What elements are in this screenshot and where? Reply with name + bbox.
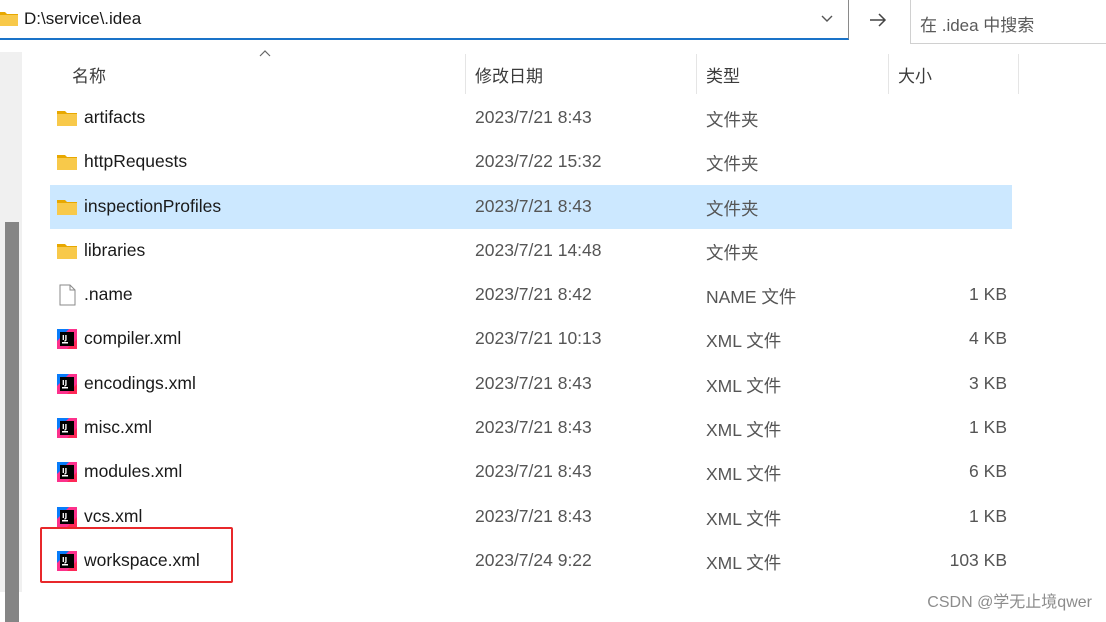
folder-icon <box>56 151 78 173</box>
column-divider[interactable] <box>465 54 466 94</box>
file-row-misc[interactable]: IJ misc.xml 2023/7/21 8:43 XML 文件 1 KB <box>50 406 1012 450</box>
file-size: 103 KB <box>949 549 1007 570</box>
column-divider[interactable] <box>1018 54 1019 94</box>
search-placeholder[interactable]: 在 .idea 中搜索 <box>920 11 1034 36</box>
column-size[interactable]: 大小 <box>898 48 1018 96</box>
file-date: 2023/7/21 8:43 <box>475 505 592 526</box>
file-row-encodings[interactable]: IJ encodings.xml 2023/7/21 8:43 XML 文件 3… <box>50 362 1012 406</box>
file-type: XML 文件 <box>706 375 782 396</box>
scrollbar-thumb[interactable] <box>5 222 19 622</box>
file-date: 2023/7/21 8:43 <box>475 107 592 127</box>
file-date: 2023/7/22 15:32 <box>475 151 602 172</box>
chevron-down-icon[interactable] <box>820 11 834 25</box>
file-type: 文件夹 <box>706 242 759 263</box>
intellij-file-icon: IJ <box>56 461 78 483</box>
watermark: CSDN @学无止境qwer <box>927 594 1092 611</box>
file-row-compiler[interactable]: IJ compiler.xml 2023/7/21 10:13 XML 文件 4… <box>50 317 1012 361</box>
folder-icon <box>56 107 78 129</box>
column-divider[interactable] <box>888 54 889 94</box>
address-path[interactable]: D:\service\.idea <box>24 9 141 29</box>
file-size: 1 KB <box>969 284 1007 305</box>
intellij-file-icon: IJ <box>56 328 78 350</box>
file-type: XML 文件 <box>706 420 782 441</box>
column-divider[interactable] <box>696 54 697 94</box>
file-type: 文件夹 <box>706 110 759 130</box>
file-name: libraries <box>84 239 146 260</box>
file-date: 2023/7/21 8:43 <box>475 372 592 393</box>
svg-text:IJ: IJ <box>62 467 67 475</box>
intellij-file-icon: IJ <box>56 373 78 395</box>
column-type[interactable]: 类型 <box>706 48 886 96</box>
file-type: XML 文件 <box>706 508 782 529</box>
column-date[interactable]: 修改日期 <box>475 48 695 96</box>
intellij-file-icon: IJ <box>56 417 78 439</box>
file-size: 1 KB <box>969 417 1007 438</box>
annotation-highlight-box <box>40 527 233 583</box>
file-row-libraries[interactable]: libraries 2023/7/21 14:48 文件夹 <box>50 229 1012 273</box>
file-type: 文件夹 <box>706 154 759 175</box>
file-date: 2023/7/21 8:43 <box>475 417 592 438</box>
file-name: httpRequests <box>84 151 188 172</box>
file-name: artifacts <box>84 107 146 127</box>
file-list: artifacts 2023/7/21 8:43 文件夹 httpRequest… <box>50 96 1012 583</box>
go-button[interactable] <box>857 2 899 38</box>
file-name: inspectionProfiles <box>84 195 222 216</box>
file-name: modules.xml <box>84 461 183 482</box>
intellij-file-icon: IJ <box>56 506 78 528</box>
file-name: .name <box>84 284 133 305</box>
column-header: 名称 修改日期 类型 大小 <box>50 48 1020 96</box>
folder-icon <box>0 12 18 26</box>
file-date: 2023/7/21 8:43 <box>475 461 592 482</box>
svg-text:IJ: IJ <box>62 512 67 520</box>
file-name: vcs.xml <box>84 505 143 526</box>
file-size: 1 KB <box>969 505 1007 526</box>
file-date: 2023/7/21 14:48 <box>475 239 602 260</box>
toolbar: D:\service\.idea 在 .idea 中搜索 <box>0 0 1106 44</box>
file-type: XML 文件 <box>706 331 782 352</box>
arrow-right-icon <box>870 13 887 27</box>
file-row-modules[interactable]: IJ modules.xml 2023/7/21 8:43 XML 文件 6 K… <box>50 450 1012 494</box>
search-box[interactable]: 在 .idea 中搜索 <box>910 0 1106 44</box>
file-name: misc.xml <box>84 417 153 438</box>
file-row-artifacts[interactable]: artifacts 2023/7/21 8:43 文件夹 <box>50 96 1012 140</box>
address-bar[interactable]: D:\service\.idea <box>0 0 849 40</box>
file-size: 6 KB <box>969 461 1007 482</box>
folder-icon <box>56 240 78 262</box>
vertical-scrollbar[interactable] <box>0 52 22 622</box>
file-date: 2023/7/21 8:42 <box>475 284 592 305</box>
svg-text:IJ: IJ <box>62 379 67 387</box>
svg-text:IJ: IJ <box>62 334 67 342</box>
file-size: 3 KB <box>969 372 1007 393</box>
file-type: 文件夹 <box>706 198 759 219</box>
file-row-httprequests[interactable]: httpRequests 2023/7/22 15:32 文件夹 <box>50 140 1012 184</box>
file-date: 2023/7/21 8:43 <box>475 195 592 216</box>
file-date: 2023/7/24 9:22 <box>475 549 592 570</box>
file-name: compiler.xml <box>84 328 182 349</box>
file-row-name[interactable]: .name 2023/7/21 8:42 NAME 文件 1 KB <box>50 273 1012 317</box>
file-size: 4 KB <box>969 328 1007 349</box>
file-type: NAME 文件 <box>706 287 797 308</box>
file-name: encodings.xml <box>84 372 196 393</box>
file-row-inspectionprofiles[interactable]: inspectionProfiles 2023/7/21 8:43 文件夹 <box>50 184 1012 229</box>
blank-file-icon <box>56 284 78 306</box>
svg-text:IJ: IJ <box>62 423 67 431</box>
file-type: XML 文件 <box>706 552 782 573</box>
folder-icon <box>56 196 78 218</box>
file-type: XML 文件 <box>706 464 782 485</box>
column-name[interactable]: 名称 <box>72 48 462 96</box>
file-date: 2023/7/21 10:13 <box>475 328 602 349</box>
